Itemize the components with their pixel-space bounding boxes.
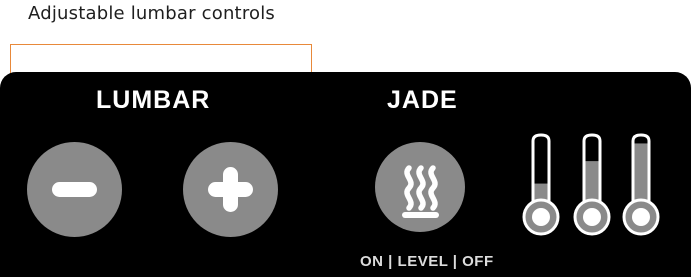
lumbar-plus-button[interactable] (183, 142, 278, 237)
plus-icon (208, 167, 253, 212)
thermometer-level-3 (620, 132, 662, 238)
caption-text: Adjustable lumbar controls (28, 3, 276, 24)
thermometer-icon (573, 133, 611, 236)
heat-waves-icon (402, 165, 439, 218)
lumbar-minus-button[interactable] (27, 142, 122, 237)
minus-icon (52, 182, 97, 197)
thermometer-icon (622, 133, 660, 236)
jade-heat-button[interactable] (375, 142, 465, 232)
lumbar-label: LUMBAR (96, 86, 211, 114)
thermometer-level-1 (520, 132, 562, 238)
thermometer-icon (522, 133, 560, 236)
jade-label: JADE (387, 86, 458, 114)
thermometer-level-2 (571, 132, 613, 238)
jade-mode-label: ON | LEVEL | OFF (360, 253, 494, 270)
